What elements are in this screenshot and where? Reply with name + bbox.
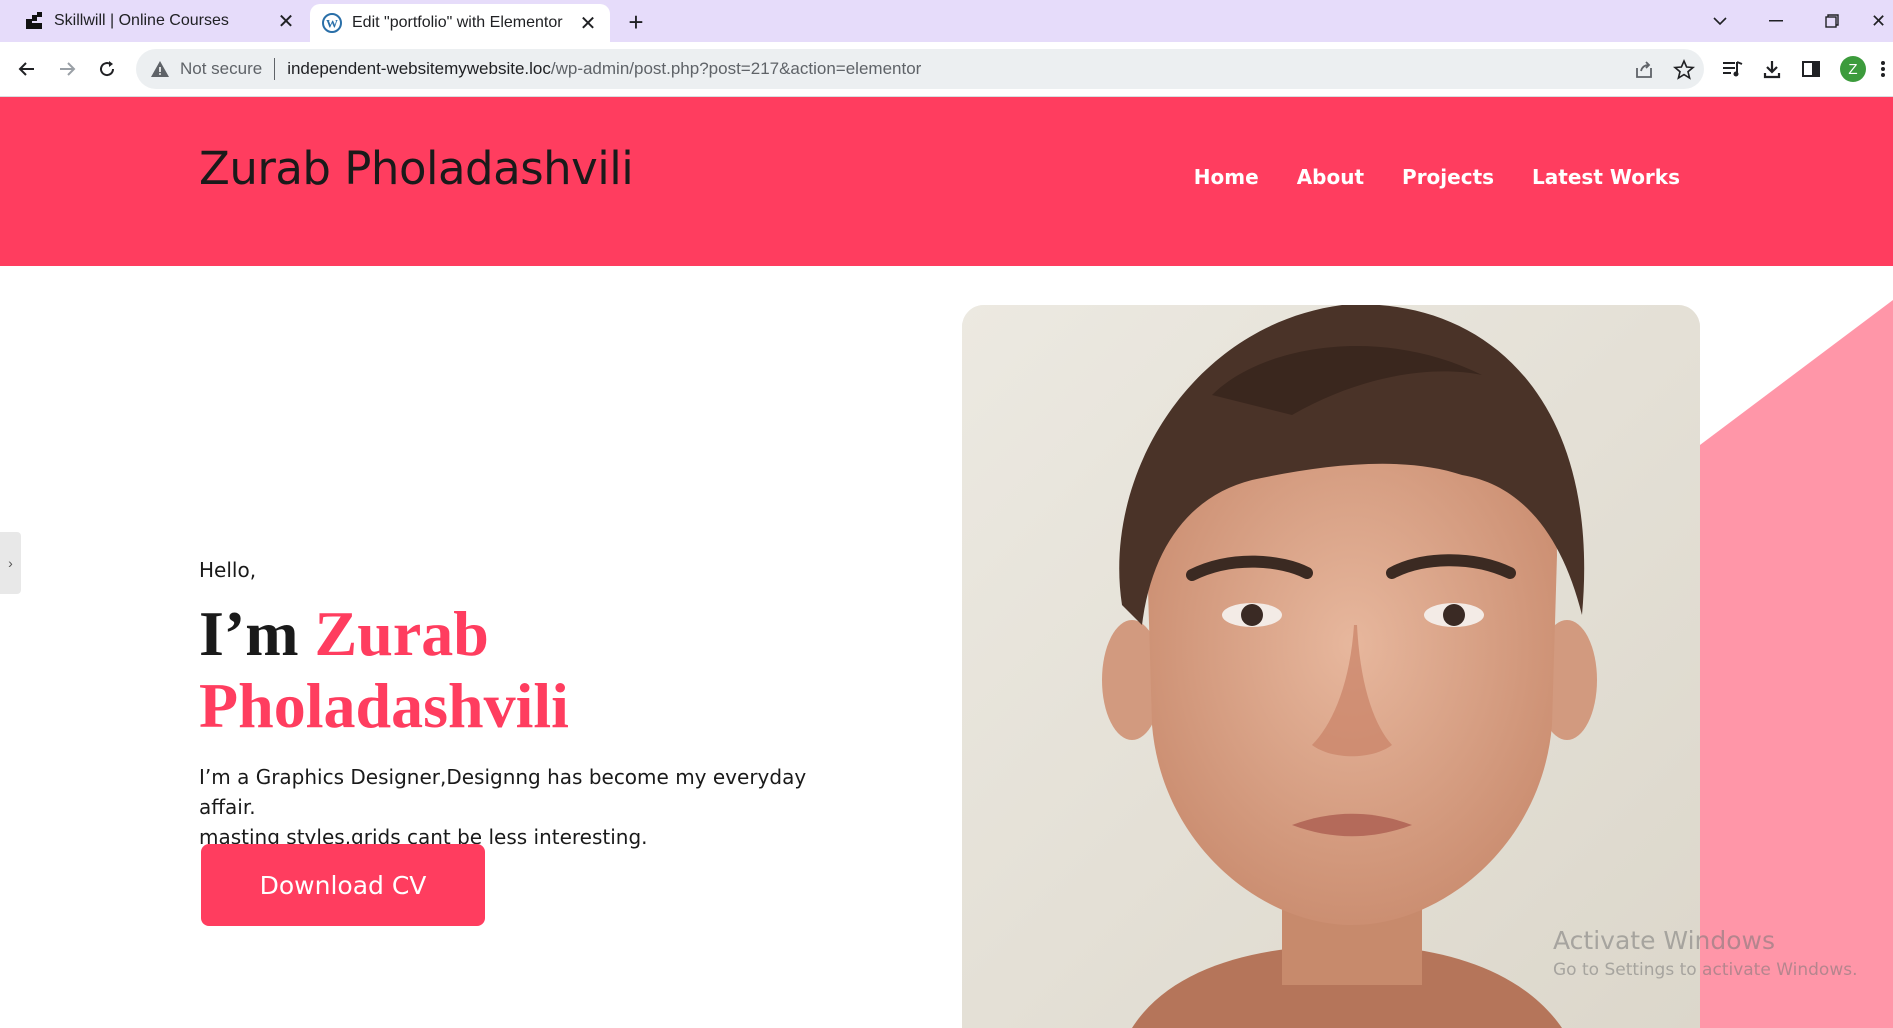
profile-photo — [962, 305, 1700, 1028]
description-line: I’m a Graphics Designer,Designng has bec… — [199, 765, 807, 819]
omnibox-divider — [274, 58, 276, 80]
security-status-label[interactable]: Not secure — [180, 59, 262, 79]
back-icon[interactable] — [12, 54, 42, 84]
wordpress-icon: W — [322, 13, 342, 33]
new-tab-button[interactable]: + — [622, 7, 650, 37]
headline-name-last: Pholadashvili — [199, 670, 569, 741]
download-cv-button[interactable]: Download CV — [201, 844, 485, 926]
side-panel-icon[interactable] — [1798, 56, 1824, 82]
media-queue-icon[interactable] — [1720, 56, 1746, 82]
forward-icon[interactable] — [52, 54, 82, 84]
skillwill-logo-icon — [26, 12, 42, 29]
address-bar[interactable]: Not secure independent-websitemywebsite.… — [136, 49, 1704, 89]
minimize-icon[interactable] — [1756, 6, 1796, 36]
svg-text:W: W — [326, 17, 338, 31]
headline-prefix: I’m — [199, 598, 299, 669]
url-path: /wp-admin/post.php?post=217&action=eleme… — [550, 59, 922, 78]
profile-avatar[interactable]: Z — [1840, 56, 1866, 82]
bookmark-star-icon[interactable] — [1672, 58, 1696, 82]
reload-icon[interactable] — [92, 54, 122, 84]
activate-windows-watermark: Activate Windows — [1553, 926, 1775, 955]
panel-toggle-handle[interactable]: › — [0, 532, 21, 594]
site-header: Zurab Pholadashvili Home About Projects … — [0, 97, 1893, 266]
tab-title: Skillwill | Online Courses — [54, 12, 229, 29]
restore-window-icon[interactable] — [1812, 6, 1852, 36]
tab-title: Edit "portfolio" with Elementor — [352, 14, 563, 31]
tab-search-icon[interactable] — [1700, 6, 1740, 36]
nav-about[interactable]: About — [1297, 165, 1364, 189]
share-icon[interactable] — [1632, 58, 1656, 82]
chevron-right-icon: › — [8, 555, 13, 571]
site-logo[interactable]: Zurab Pholadashvili — [199, 142, 634, 195]
hero-headline: I’m Zurab Pholadashvili — [199, 598, 819, 742]
menu-kebab-icon[interactable] — [1876, 56, 1890, 82]
url-host: independent-websitemywebsite.loc — [287, 59, 551, 78]
url-text[interactable]: independent-websitemywebsite.loc/wp-admi… — [287, 59, 921, 79]
browser-toolbar: Not secure independent-websitemywebsite.… — [0, 42, 1893, 97]
close-tab-icon[interactable]: ✕ — [576, 11, 600, 35]
hero-greeting: Hello, — [199, 558, 257, 582]
nav-home[interactable]: Home — [1194, 165, 1259, 189]
activate-windows-subtitle: Go to Settings to activate Windows. — [1553, 960, 1858, 980]
close-window-icon[interactable]: ✕ — [1864, 6, 1893, 36]
hero-description: I’m a Graphics Designer,Designng has bec… — [199, 762, 839, 852]
tab-elementor[interactable]: W Edit "portfolio" with Elementor ✕ — [310, 4, 610, 42]
warning-icon — [151, 61, 169, 77]
download-icon[interactable] — [1759, 56, 1785, 82]
tab-skillwill[interactable]: Skillwill | Online Courses ✕ — [0, 0, 308, 42]
close-tab-icon[interactable]: ✕ — [274, 9, 298, 33]
nav-latest-works[interactable]: Latest Works — [1532, 165, 1680, 189]
main-nav: Home About Projects Latest Works — [1194, 165, 1680, 189]
nav-projects[interactable]: Projects — [1402, 165, 1494, 189]
browser-tab-bar: Skillwill | Online Courses ✕ W Edit "por… — [0, 0, 1893, 42]
headline-name-first: Zurab — [314, 598, 489, 669]
